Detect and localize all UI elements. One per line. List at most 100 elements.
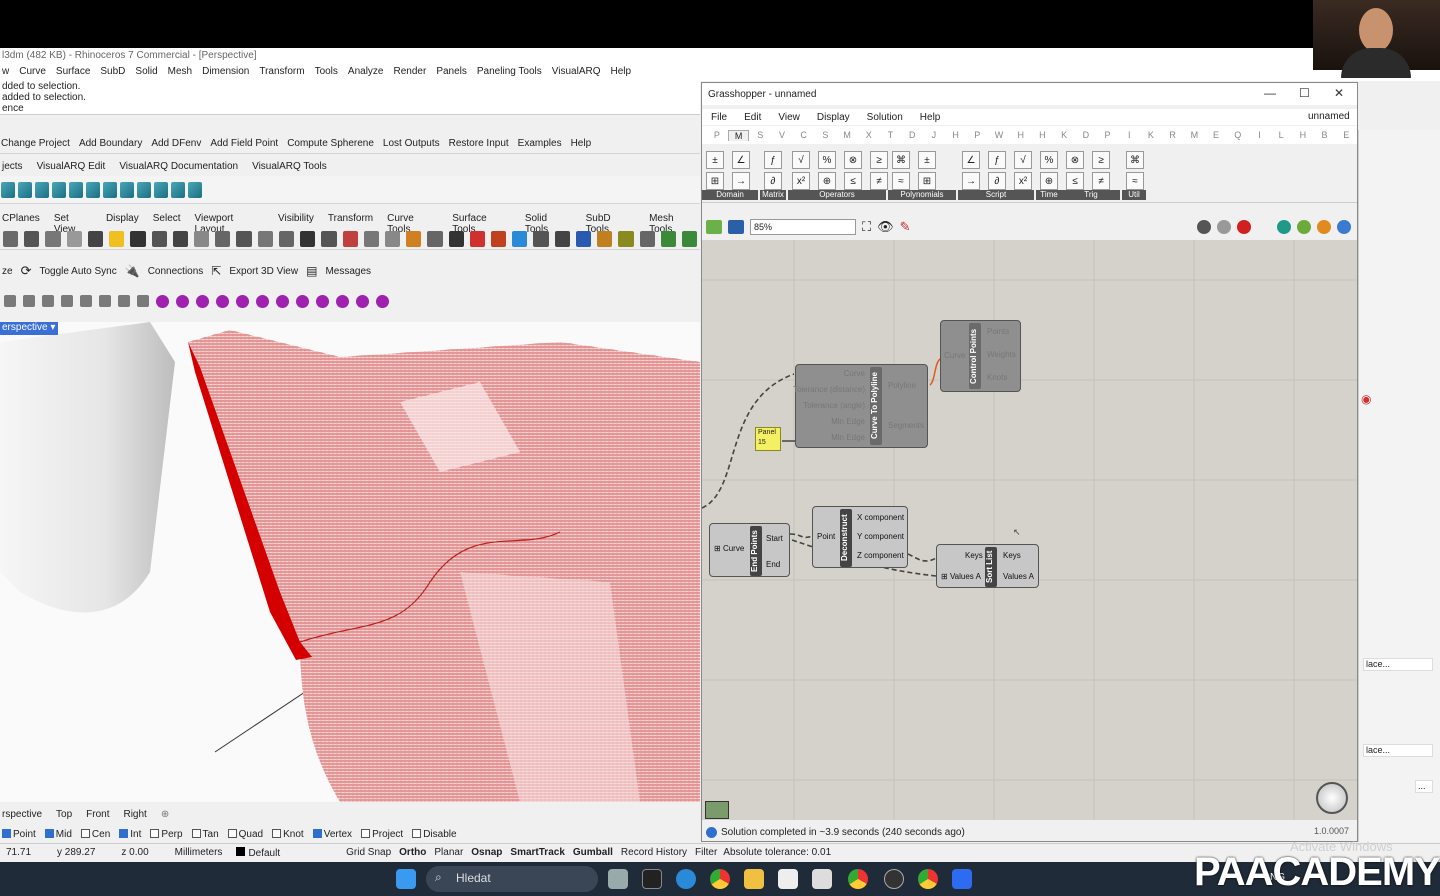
gh-tab[interactable]: R bbox=[1162, 130, 1184, 140]
ribbon-tool-icon[interactable]: ≠ bbox=[1092, 172, 1110, 190]
osnap-checkbox[interactable] bbox=[44, 828, 54, 838]
osnap-perp[interactable]: Perp bbox=[150, 828, 183, 840]
explorer-icon[interactable] bbox=[744, 869, 764, 889]
ribbon-tool-icon[interactable]: ≥ bbox=[1092, 151, 1110, 169]
bake-icon[interactable] bbox=[1277, 220, 1291, 234]
ribbon-tool-icon[interactable]: % bbox=[1040, 151, 1058, 169]
standard-tool-icon[interactable] bbox=[236, 230, 252, 247]
gh-canvas[interactable]: Curve Tolerance (distance) Tolerance (an… bbox=[702, 240, 1357, 820]
toolbar-button[interactable]: Examples bbox=[518, 138, 562, 149]
toolbar-tab[interactable]: Set View bbox=[54, 213, 92, 235]
ribbon-tool-icon[interactable]: ⊞ bbox=[706, 172, 724, 190]
ribbon-tool-icon[interactable]: → bbox=[962, 172, 980, 190]
standard-tool-icon[interactable] bbox=[406, 230, 422, 247]
mesh-tool-icon[interactable] bbox=[4, 295, 16, 307]
rhino-app-icon[interactable] bbox=[778, 869, 798, 889]
gh-tab[interactable]: C bbox=[793, 130, 815, 140]
mesh-tool-icon[interactable] bbox=[99, 295, 111, 307]
navigation-compass-icon[interactable] bbox=[1316, 782, 1348, 814]
mesh-tool-icon[interactable] bbox=[118, 295, 130, 307]
ribbon-tool-icon[interactable]: ≈ bbox=[1126, 172, 1144, 190]
ribbon-tool-icon[interactable]: ƒ bbox=[988, 151, 1006, 169]
ribbon-tool-icon[interactable]: ± bbox=[918, 151, 936, 169]
standard-tool-icon[interactable] bbox=[3, 230, 19, 247]
menu-item[interactable]: Mesh bbox=[168, 66, 192, 79]
gh-tab[interactable]: J bbox=[923, 130, 945, 140]
toolbar-tab[interactable]: Solid Tools bbox=[525, 213, 572, 235]
ribbon-tool-icon[interactable]: ∂ bbox=[764, 172, 782, 190]
status-toggle[interactable]: Ortho bbox=[395, 847, 430, 858]
toolbar-button[interactable]: Add DFenv bbox=[151, 138, 201, 149]
end-points-component[interactable]: ⊞ Curve End Points Start End bbox=[709, 523, 790, 577]
ribbon-tool-icon[interactable]: → bbox=[732, 172, 750, 190]
ribbon-tool-icon[interactable]: √ bbox=[792, 151, 810, 169]
standard-tool-icon[interactable] bbox=[682, 230, 698, 247]
standard-tool-icon[interactable] bbox=[193, 230, 210, 247]
gh-tab[interactable]: L bbox=[1270, 130, 1292, 140]
ribbon-tool-icon[interactable]: ⊕ bbox=[818, 172, 836, 190]
toolbar-tab[interactable]: VisualARQ Documentation bbox=[119, 161, 238, 175]
globe-icon[interactable] bbox=[1337, 220, 1351, 234]
deconstruct-component[interactable]: Point Deconstruct X component Y componen… bbox=[812, 506, 908, 568]
sort-list-component[interactable]: Keys ⊞ Values A Sort List Keys Values A bbox=[936, 544, 1039, 588]
gh-tab[interactable]: D bbox=[901, 130, 923, 140]
render-icon[interactable] bbox=[1297, 220, 1311, 234]
gh-menu-item[interactable]: Help bbox=[920, 112, 941, 123]
save-file-icon[interactable] bbox=[728, 220, 744, 234]
toolbar-button[interactable]: Change Project bbox=[1, 138, 70, 149]
messages-button[interactable]: Messages bbox=[325, 266, 371, 277]
place-field-1[interactable]: lace... bbox=[1363, 658, 1433, 671]
toolbar-tab[interactable]: CPlanes bbox=[2, 213, 40, 227]
toolbar-tab[interactable]: Transform bbox=[328, 213, 373, 227]
more-button[interactable]: ... bbox=[1415, 780, 1433, 793]
osnap-int[interactable]: Int bbox=[119, 828, 141, 840]
osnap-checkbox[interactable] bbox=[361, 828, 371, 838]
standard-tool-icon[interactable] bbox=[363, 230, 379, 247]
standard-tool-icon[interactable] bbox=[257, 230, 273, 247]
menu-item[interactable]: Surface bbox=[56, 66, 90, 79]
mesh-tool-icon[interactable] bbox=[356, 294, 369, 308]
status-toggle[interactable]: Record History bbox=[617, 847, 691, 858]
status-toggle[interactable]: Planar bbox=[430, 847, 467, 858]
mesh-tool-icon[interactable] bbox=[256, 294, 269, 308]
export-3d-view-button[interactable]: Export 3D View bbox=[229, 266, 298, 277]
toggle-sync-icon[interactable]: ⟳ bbox=[21, 263, 32, 279]
visualarq-tool-icon[interactable] bbox=[69, 182, 83, 198]
mesh-tool-icon[interactable] bbox=[176, 294, 189, 308]
visualarq-tool-icon[interactable] bbox=[171, 182, 185, 198]
chrome-3-icon[interactable] bbox=[918, 869, 938, 889]
visualarq-tool-icon[interactable] bbox=[86, 182, 100, 198]
units[interactable]: Millimeters bbox=[155, 847, 229, 858]
gh-tab[interactable]: S bbox=[815, 130, 837, 140]
ribbon-tool-icon[interactable]: ∠ bbox=[962, 151, 980, 169]
osnap-project[interactable]: Project bbox=[361, 828, 403, 840]
gh-tab[interactable]: E bbox=[1335, 130, 1357, 140]
ribbon-tool-icon[interactable]: ⊗ bbox=[844, 151, 862, 169]
standard-tool-icon[interactable] bbox=[342, 230, 358, 247]
standard-tool-icon[interactable] bbox=[151, 230, 167, 247]
visualarq-tool-icon[interactable] bbox=[35, 182, 49, 198]
osnap-tan[interactable]: Tan bbox=[191, 828, 219, 840]
gh-tab[interactable]: T bbox=[880, 130, 902, 140]
perspective-viewport[interactable]: erspective ▾ bbox=[0, 322, 700, 802]
menu-item[interactable]: Dimension bbox=[202, 66, 249, 79]
standard-tool-icon[interactable] bbox=[448, 230, 464, 247]
mesh-tool-icon[interactable] bbox=[336, 294, 349, 308]
ribbon-tool-icon[interactable]: ≈ bbox=[892, 172, 910, 190]
mesh-tool-icon[interactable] bbox=[316, 294, 329, 308]
gh-tab[interactable]: H bbox=[1032, 130, 1054, 140]
osnap-checkbox[interactable] bbox=[119, 828, 129, 838]
toolbar-tab[interactable]: VisualARQ Edit bbox=[37, 161, 106, 175]
shaded-icon[interactable] bbox=[1237, 220, 1251, 234]
mesh-tool-icon[interactable] bbox=[61, 295, 73, 307]
sketch-icon[interactable]: ✎ bbox=[900, 219, 911, 235]
viewport-tab[interactable]: rspective bbox=[2, 809, 42, 820]
status-toggle[interactable]: Osnap bbox=[467, 847, 506, 858]
mesh-tool-icon[interactable] bbox=[236, 294, 249, 308]
menu-item[interactable]: Render bbox=[394, 66, 427, 79]
standard-tool-icon[interactable] bbox=[321, 230, 337, 247]
gh-tab[interactable]: V bbox=[771, 130, 793, 140]
status-toggle[interactable]: SmartTrack bbox=[506, 847, 568, 858]
osnap-checkbox[interactable] bbox=[412, 828, 422, 838]
mesh-tool-icon[interactable] bbox=[376, 294, 389, 308]
